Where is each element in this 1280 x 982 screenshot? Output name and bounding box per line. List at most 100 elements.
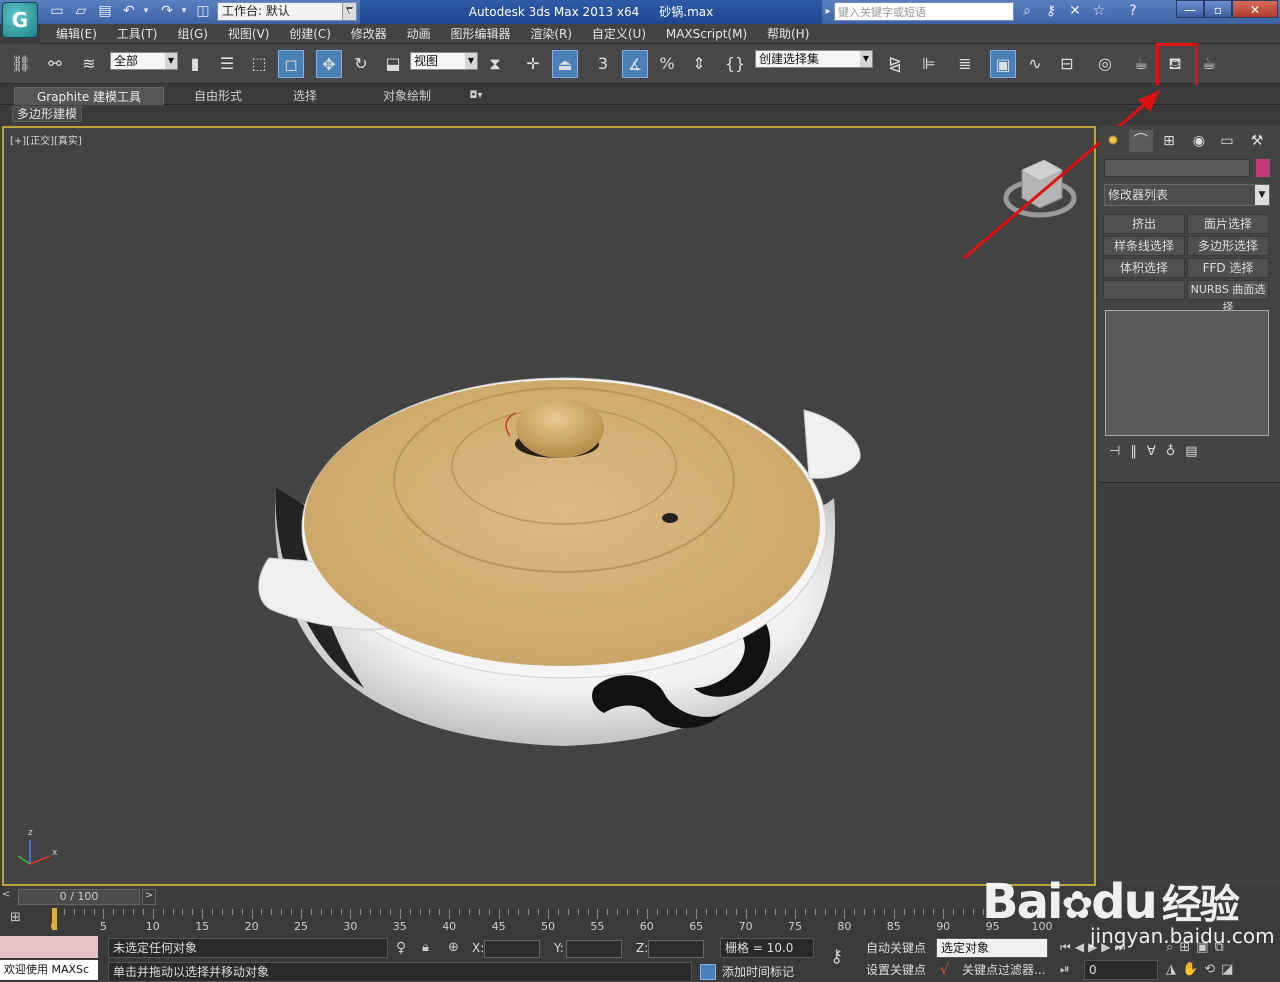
go-to-start-icon[interactable]: ⏮ — [1060, 940, 1075, 954]
y-coordinate-field[interactable] — [566, 940, 622, 958]
empty-modifier-button[interactable] — [1103, 280, 1185, 300]
menu-rendering[interactable]: 渲染(R) — [522, 24, 580, 44]
undo-dropdown-icon[interactable]: ▾ — [140, 2, 152, 21]
graphite-toggle-icon[interactable]: ▣ — [990, 50, 1016, 78]
current-time-marker[interactable] — [52, 908, 57, 930]
create-tab-icon[interactable]: ✹ — [1101, 130, 1125, 152]
volume-select-button[interactable]: 体积选择 — [1103, 258, 1185, 278]
pin-stack-icon[interactable]: ⊣ — [1109, 444, 1130, 459]
menu-customize[interactable]: 自定义(U) — [584, 24, 654, 44]
pivot-center-icon[interactable]: ⧗ — [482, 50, 508, 78]
x-coordinate-field[interactable] — [484, 940, 540, 958]
maximize-viewport-icon[interactable]: ◪ — [1221, 962, 1239, 977]
modify-tab-icon[interactable]: ⌒ — [1129, 130, 1153, 152]
favorites-star-icon[interactable]: ☆ — [1088, 2, 1110, 21]
tab-freeform[interactable]: 自由形式 — [176, 87, 260, 105]
time-tag-icon[interactable] — [700, 964, 716, 980]
project-folder-icon[interactable]: ◫ — [192, 2, 214, 21]
search-expand-icon[interactable]: ▸ — [822, 2, 834, 21]
hierarchy-tab-icon[interactable]: ⊞ — [1157, 130, 1181, 152]
subscription-icon[interactable]: ⚷ — [1040, 2, 1062, 21]
absolute-relative-toggle-icon[interactable]: ⊕ — [448, 940, 459, 955]
field-of-view-icon[interactable]: ◮ — [1166, 962, 1182, 977]
ribbon-options-icon[interactable]: ◘▾ — [462, 87, 490, 105]
maxscript-mini-listener[interactable] — [0, 936, 98, 958]
modifier-list-select[interactable]: 修改器列表 ▼ — [1104, 184, 1270, 206]
clay-pot-model[interactable] — [258, 377, 861, 746]
undo-icon[interactable]: ↶ — [118, 2, 140, 21]
bind-space-warp-icon[interactable]: ≋ — [76, 50, 102, 78]
object-name-field[interactable] — [1104, 159, 1250, 177]
extrude-button[interactable]: 挤出 — [1103, 214, 1185, 234]
communication-center-icon[interactable]: ✕ — [1064, 2, 1086, 21]
render-setup-icon[interactable]: ☕ — [1128, 50, 1154, 78]
help-icon[interactable]: ? — [1122, 2, 1144, 21]
material-editor-icon[interactable]: ◎ — [1092, 50, 1118, 78]
spline-select-button[interactable]: 样条线选择 — [1103, 236, 1185, 256]
show-end-result-icon[interactable]: ‖ — [1130, 444, 1147, 459]
modifier-stack[interactable] — [1105, 310, 1269, 436]
reference-coordinate-select[interactable]: 视图 ▼ — [410, 52, 478, 70]
track-bar-menu-icon[interactable]: ⊞ — [10, 910, 21, 925]
time-slider[interactable]: 0 / 100 — [18, 889, 140, 905]
binoculars-icon[interactable]: ⌕ — [1016, 2, 1038, 21]
add-time-tag-label[interactable]: 添加时间标记 — [722, 962, 794, 982]
key-mode-toggle-icon[interactable]: ⏯ — [1060, 962, 1070, 977]
select-and-move-icon[interactable]: ✥ — [316, 50, 342, 78]
nurbs-surface-select-button[interactable]: NURBS 曲面选择 — [1187, 280, 1269, 314]
close-button[interactable]: ✕ — [1232, 0, 1278, 18]
menu-edit[interactable]: 编辑(E) — [48, 24, 105, 44]
display-tab-icon[interactable]: ▭ — [1215, 130, 1239, 152]
current-frame-field[interactable]: 0 — [1084, 960, 1158, 980]
menu-views[interactable]: 视图(V) — [220, 24, 278, 44]
ffd-select-button[interactable]: FFD 选择 — [1187, 258, 1269, 278]
menu-group[interactable]: 组(G) — [169, 24, 216, 44]
polygon-modeling-panel[interactable]: 多边形建模 — [12, 106, 83, 122]
remove-modifier-icon[interactable]: ♁ — [1166, 444, 1186, 459]
menu-create[interactable]: 创建(C) — [281, 24, 339, 44]
angle-snap-icon[interactable]: ∡ — [622, 50, 648, 78]
select-object-icon[interactable]: ▮ — [182, 50, 208, 78]
render-production-icon[interactable]: ☕ — [1196, 50, 1222, 78]
application-button[interactable]: G — [2, 2, 38, 38]
search-input[interactable]: 键入关键字或短语 — [834, 2, 1014, 21]
auto-key-button[interactable]: 自动关键点 — [866, 938, 926, 958]
lock-selection-icon[interactable]: 🔒︎ — [422, 940, 429, 955]
schematic-view-icon[interactable]: ⊟ — [1054, 50, 1080, 78]
pan-icon[interactable]: ✋ — [1182, 962, 1204, 977]
orbit-icon[interactable]: ⟲ — [1204, 962, 1221, 977]
unlink-icon[interactable]: ⚯ — [42, 50, 68, 78]
maximize-button[interactable]: ▫ — [1204, 0, 1232, 18]
configure-modifier-sets-icon[interactable]: ▤ — [1185, 444, 1207, 459]
keyboard-shortcut-override-icon[interactable]: ⏏ — [552, 50, 578, 78]
rectangular-selection-icon[interactable]: ⬚ — [246, 50, 272, 78]
key-target-select[interactable]: 选定对象 — [936, 938, 1048, 958]
tab-graphite-modeling[interactable]: Graphite 建模工具 — [14, 87, 164, 105]
window-crossing-icon[interactable]: ◻ — [278, 50, 304, 78]
select-manipulate-icon[interactable]: ✛ — [520, 50, 546, 78]
menu-maxscript[interactable]: MAXScript(M) — [658, 24, 755, 44]
snaps-toggle-icon[interactable]: 3 — [590, 50, 616, 78]
edit-named-selection-icon[interactable]: {} — [722, 50, 748, 78]
align-icon[interactable]: ⊫ — [916, 50, 942, 78]
redo-icon[interactable]: ↷ — [156, 2, 178, 21]
link-icon[interactable]: ⛓ — [8, 50, 34, 78]
save-file-icon[interactable]: ▤ — [94, 2, 116, 21]
minimize-button[interactable]: — — [1176, 0, 1204, 18]
maxscript-listener-line[interactable]: 欢迎使用 MAXSc — [0, 960, 98, 980]
motion-tab-icon[interactable]: ◉ — [1187, 130, 1211, 152]
percent-snap-icon[interactable]: % — [654, 50, 680, 78]
z-coordinate-field[interactable] — [648, 940, 704, 958]
set-key-mode-icon[interactable]: ⚷ — [830, 946, 843, 967]
menu-graph-editors[interactable]: 图形编辑器 — [442, 24, 518, 44]
open-file-icon[interactable]: ▱ — [70, 2, 92, 21]
named-selection-select[interactable]: 创建选择集 ▼ — [755, 50, 873, 68]
redo-dropdown-icon[interactable]: ▾ — [178, 2, 190, 21]
perspective-viewport[interactable]: [+][正交][真实] z x — [2, 126, 1096, 886]
tab-selection[interactable]: 选择 — [270, 87, 340, 105]
isolate-selection-icon[interactable]: ♀ — [396, 940, 406, 956]
patch-select-button[interactable]: 面片选择 — [1187, 214, 1269, 234]
workspace-select[interactable]: 工作台: 默认 ▼ — [217, 2, 357, 21]
time-next-icon[interactable]: > — [142, 889, 156, 905]
menu-modifiers[interactable]: 修改器 — [343, 24, 395, 44]
